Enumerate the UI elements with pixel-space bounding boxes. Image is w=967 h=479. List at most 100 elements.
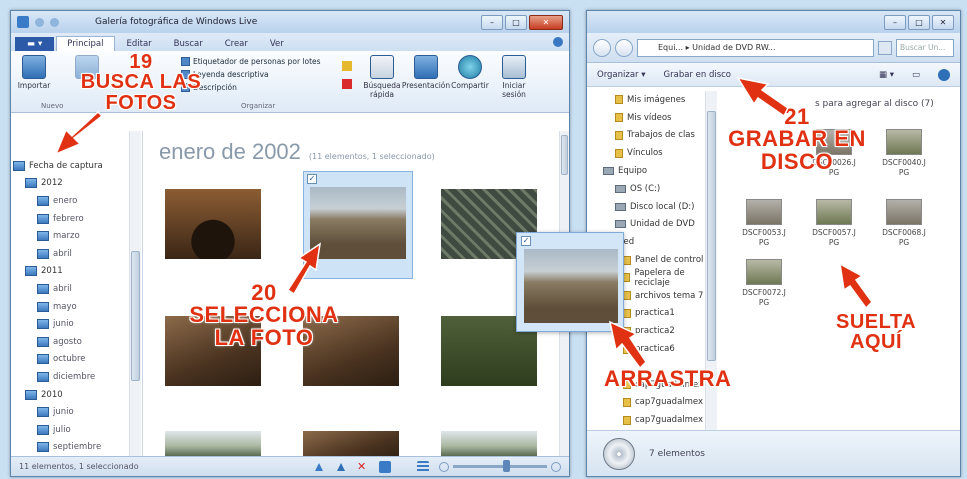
nav-item-label: OS (C:) (630, 183, 661, 194)
import-button[interactable]: Importar (15, 55, 53, 108)
quick-access-icon[interactable] (50, 17, 59, 27)
burn-disc-button[interactable]: Grabar en disco (664, 70, 731, 80)
drive-icon (615, 184, 626, 193)
file-item[interactable]: DSCF0040.JPG (881, 129, 927, 178)
close-button[interactable]: ✕ (529, 14, 563, 30)
tree-item-label: enero (53, 195, 78, 206)
tree-year[interactable]: 2010 (25, 386, 142, 404)
tree-month[interactable]: abril (25, 245, 142, 263)
address-bar-row: Equi... ▸ Unidad de DVD RW... Buscar Un.… (587, 33, 960, 63)
rotate-right-icon[interactable] (335, 461, 347, 473)
tab-buscar[interactable]: Buscar (164, 37, 213, 51)
nav-item[interactable]: Equipo (595, 162, 715, 180)
tree-month[interactable]: marzo (25, 227, 142, 245)
tree-month[interactable]: octubre (25, 351, 142, 369)
share-button[interactable]: Compartir (451, 55, 489, 108)
folder-icon (37, 371, 49, 382)
nav-item-label: Mis vídeos (627, 112, 672, 123)
tree-month[interactable]: junio (25, 315, 142, 333)
zoom-track[interactable] (453, 460, 547, 472)
nav-item[interactable]: Mis imágenes (595, 91, 715, 109)
tree-month[interactable]: febrero (25, 210, 142, 228)
nav-item[interactable]: Mis vídeos (595, 109, 715, 127)
nav-item[interactable]: OS (C:) (595, 180, 715, 198)
tree-year[interactable]: 2011 (25, 263, 142, 281)
window-title: Galería fotográfica de Windows Live (95, 17, 258, 27)
tree-month[interactable]: septiembre (25, 439, 142, 457)
tab-crear[interactable]: Crear (215, 37, 258, 51)
forward-button[interactable] (615, 38, 633, 57)
maximize-button[interactable]: □ (505, 14, 527, 30)
rotate-left-icon[interactable] (313, 461, 325, 473)
folder-icon (623, 255, 631, 265)
callout-19-number: 19 (129, 51, 153, 73)
tree-month[interactable]: agosto (25, 333, 142, 351)
explorer-titlebar: – □ ✕ (587, 11, 960, 33)
tab-principal[interactable]: Principal (56, 36, 115, 51)
tree-item-label: agosto (53, 336, 82, 347)
details-view-icon[interactable] (417, 460, 429, 473)
tree-month[interactable]: julio (25, 421, 142, 439)
tree-month[interactable]: junio (25, 403, 142, 421)
tree-year[interactable]: 2012 (25, 175, 142, 193)
nav-item[interactable]: cap7guadalmex (595, 394, 715, 412)
folder-icon (37, 424, 49, 435)
nav-item[interactable]: Disco local (D:) (595, 198, 715, 216)
quick-access-icon[interactable] (35, 17, 44, 27)
minimize-button[interactable]: – (481, 14, 503, 30)
selection-checkbox[interactable]: ✓ (307, 174, 317, 184)
file-item[interactable]: DSCF0053.JPG (741, 199, 787, 248)
tree-month[interactable]: diciembre (25, 368, 142, 386)
minimize-button[interactable]: – (884, 14, 906, 30)
zoom-thumb[interactable] (503, 460, 510, 472)
file-menu-button[interactable]: ▬ ▾ (15, 37, 55, 51)
flag-button[interactable] (337, 55, 357, 108)
tree-scroll-thumb[interactable] (131, 251, 140, 381)
file-item[interactable]: DSCF0068.JPG (881, 199, 927, 248)
delete-icon[interactable]: ✕ (357, 460, 369, 473)
quick-find-button[interactable]: Búsqueda rápida (363, 55, 401, 108)
back-button[interactable] (593, 38, 611, 57)
import-icon (22, 55, 46, 79)
slideshow-small-icon[interactable] (379, 460, 391, 473)
file-name: DSCF0040.JPG (882, 158, 926, 177)
file-item[interactable]: DSCF0072.JPG (741, 259, 787, 308)
grid-scroll-thumb[interactable] (561, 135, 568, 175)
zoom-in-icon[interactable] (551, 461, 561, 472)
address-bar[interactable]: Equi... ▸ Unidad de DVD RW... (637, 38, 874, 57)
photo-thumbnail[interactable] (165, 189, 261, 259)
folder-icon (623, 415, 631, 425)
file-item[interactable]: DSCF0057.JPG (811, 199, 857, 248)
nav-item[interactable]: Unidad de DVD (595, 216, 715, 234)
close-button[interactable]: ✕ (932, 14, 954, 30)
help-icon[interactable] (938, 68, 950, 81)
zoom-slider[interactable] (439, 460, 561, 472)
signin-button[interactable]: Iniciar sesión (495, 55, 533, 108)
zoom-out-icon[interactable] (439, 461, 449, 472)
view-options-icon[interactable]: ▦ ▾ (879, 70, 894, 80)
preview-pane-icon[interactable]: ▭ (912, 70, 920, 80)
nav-item-label: Disco local (D:) (630, 201, 695, 212)
folder-icon (623, 273, 631, 283)
date-tree: Fecha de captura 2012 enero febrero marzo ab… (11, 131, 143, 470)
nav-item[interactable]: cap7guadalmex (595, 411, 715, 429)
tree-month[interactable]: enero (25, 192, 142, 210)
search-input[interactable]: Buscar Un... (896, 38, 954, 57)
nav-item-label: Equipo (618, 166, 648, 177)
nav-item-label: Trabajos de clas (627, 130, 695, 141)
nav-item[interactable]: Vínculos (595, 144, 715, 162)
slideshow-button[interactable]: Presentación (402, 55, 450, 108)
tree-item-label: junio (53, 407, 74, 418)
refresh-icon[interactable] (878, 40, 892, 55)
dragged-photo[interactable]: ✓ (516, 232, 624, 332)
tree-scrollbar[interactable] (129, 131, 141, 456)
organize-button[interactable]: Organizar ▾ (597, 70, 646, 80)
file-thumbnail (886, 129, 922, 155)
help-icon[interactable] (553, 37, 563, 47)
tab-ver[interactable]: Ver (260, 37, 294, 51)
tab-editar[interactable]: Editar (117, 37, 162, 51)
tree-month[interactable]: mayo (25, 298, 142, 316)
nav-item[interactable]: Trabajos de clas (595, 127, 715, 145)
maximize-button[interactable]: □ (908, 14, 930, 30)
tree-month[interactable]: abril (25, 280, 142, 298)
